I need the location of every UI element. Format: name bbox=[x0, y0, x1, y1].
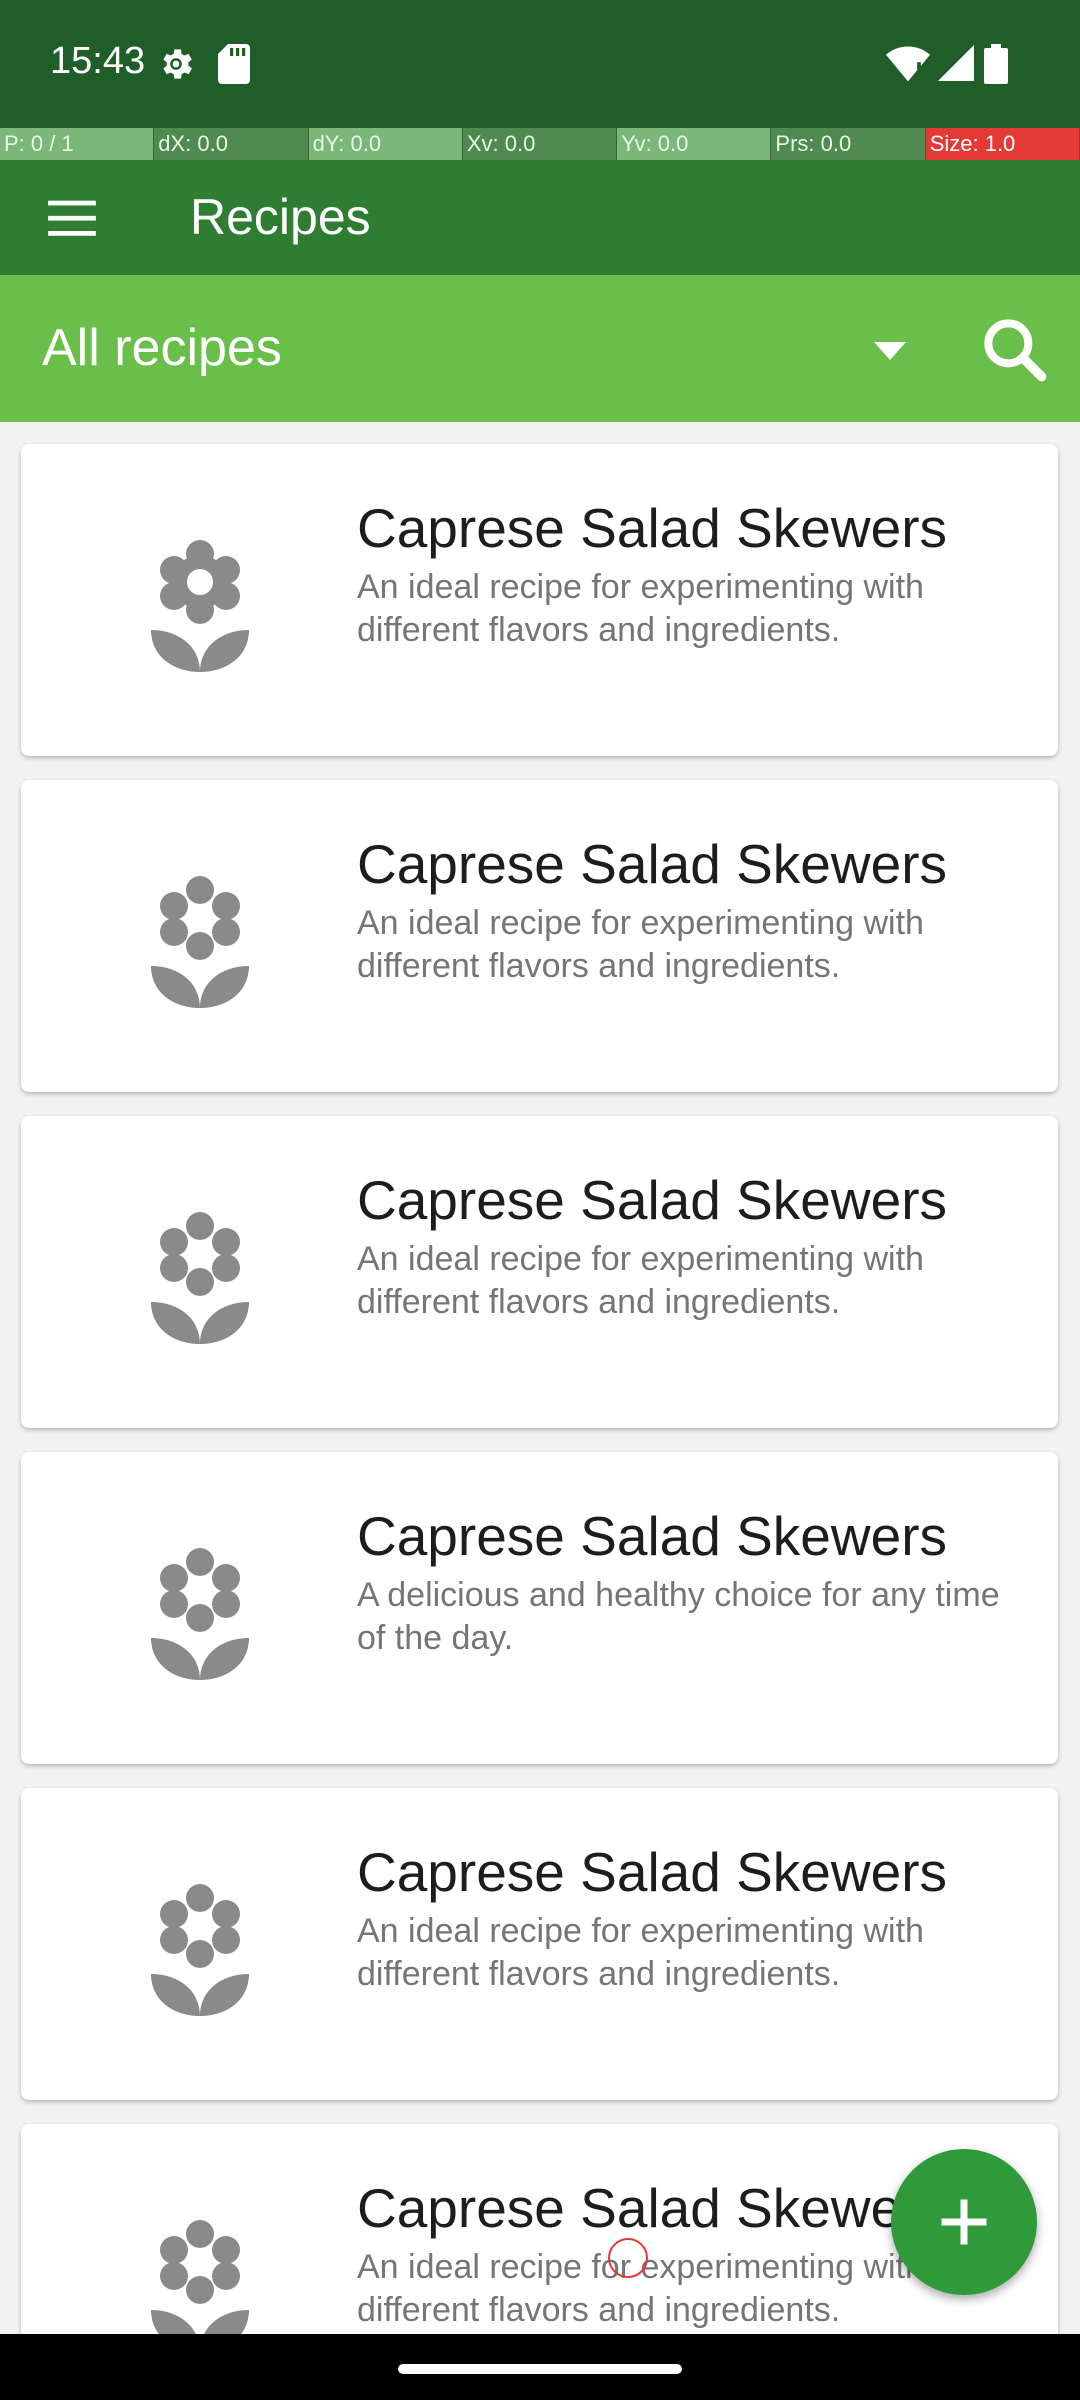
settings-icon bbox=[156, 44, 196, 84]
recipe-name: Caprese Salad Skewers bbox=[357, 2177, 948, 2239]
recipe-card[interactable]: Caprese Salad Skewers An ideal recipe fo… bbox=[21, 1788, 1058, 2100]
debug-pointer: P: 0 / 1 bbox=[0, 128, 155, 160]
signal-icon bbox=[938, 44, 974, 82]
flower-placeholder-icon bbox=[121, 872, 281, 1012]
hamburger-menu-icon[interactable] bbox=[46, 192, 98, 244]
recipe-card[interactable]: Caprese Salad Skewers A delicious and he… bbox=[21, 1452, 1058, 1764]
wifi-icon bbox=[886, 44, 930, 82]
recipe-card[interactable]: Caprese Salad Skewers An ideal recipe fo… bbox=[21, 444, 1058, 756]
recipe-description: An ideal recipe for experimenting with d… bbox=[357, 1912, 924, 1993]
pointer-debug-overlay: P: 0 / 1 dX: 0.0 dY: 0.0 Xv: 0.0 Yv: 0.0… bbox=[0, 128, 1080, 160]
debug-dy: dY: 0.0 bbox=[308, 128, 463, 160]
debug-size: Size: 1.0 bbox=[925, 128, 1080, 160]
recipe-description: An ideal recipe for experimenting with d… bbox=[357, 904, 924, 985]
status-bar: 15:43 bbox=[0, 0, 1080, 128]
debug-xv: Xv: 0.0 bbox=[462, 128, 618, 160]
battery-icon bbox=[984, 44, 1008, 84]
flower-placeholder-icon bbox=[121, 1880, 281, 2020]
navigation-bar bbox=[0, 2334, 1080, 2400]
flower-placeholder-icon bbox=[121, 536, 281, 676]
flower-placeholder-icon bbox=[121, 2216, 281, 2334]
chevron-down-icon[interactable] bbox=[860, 330, 920, 370]
search-icon[interactable] bbox=[975, 310, 1055, 390]
debug-yv: Yv: 0.0 bbox=[617, 128, 772, 160]
recipe-name: Caprese Salad Skewers bbox=[357, 497, 948, 559]
page-title: Recipes bbox=[190, 189, 371, 245]
flower-placeholder-icon bbox=[121, 1544, 281, 1684]
recipe-description: An ideal recipe for experimenting with d… bbox=[357, 568, 924, 649]
debug-pressure: Prs: 0.0 bbox=[771, 128, 926, 160]
sd-card-icon bbox=[218, 44, 250, 84]
app-bar: Recipes bbox=[0, 160, 1080, 275]
debug-dx: dX: 0.0 bbox=[154, 128, 309, 160]
recipe-name: Caprese Salad Skewers bbox=[357, 1505, 948, 1567]
recipe-name: Caprese Salad Skewers bbox=[357, 1169, 948, 1231]
recipe-list[interactable]: Caprese Salad Skewers An ideal recipe fo… bbox=[0, 422, 1080, 2334]
recipe-card[interactable]: Caprese Salad Skewers An ideal recipe fo… bbox=[21, 780, 1058, 1092]
flower-placeholder-icon bbox=[121, 1208, 281, 1348]
home-gesture-handle[interactable] bbox=[398, 2364, 682, 2374]
add-icon bbox=[941, 2199, 987, 2245]
recipe-description: An ideal recipe for experimenting with d… bbox=[357, 1240, 924, 1321]
status-time: 15:43 bbox=[50, 40, 146, 82]
recipe-description: A delicious and healthy choice for any t… bbox=[357, 1576, 1000, 1657]
recipe-name: Caprese Salad Skewers bbox=[357, 833, 948, 895]
recipe-name: Caprese Salad Skewers bbox=[357, 1841, 948, 1903]
category-dropdown[interactable]: All recipes bbox=[42, 315, 282, 381]
add-recipe-button[interactable] bbox=[891, 2149, 1037, 2295]
recipe-card[interactable]: Caprese Salad Skewers An ideal recipe fo… bbox=[21, 1116, 1058, 1428]
touch-indicator bbox=[608, 2238, 648, 2278]
filter-bar: All recipes bbox=[0, 275, 1080, 422]
